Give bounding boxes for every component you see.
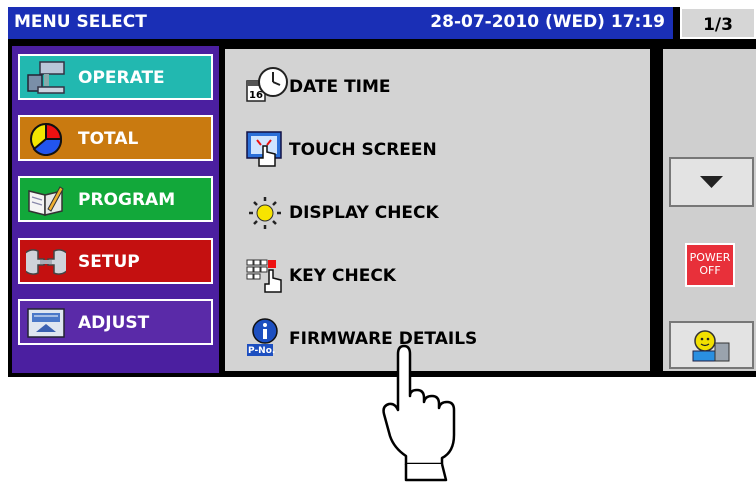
triangle-down-icon: [700, 176, 723, 188]
power-label-line1: POWER: [689, 251, 731, 264]
key-check-icon: [246, 259, 282, 293]
menu-item-label: TOUCH SCREEN: [289, 140, 437, 160]
pointing-hand-icon: [382, 344, 456, 482]
operate-terminal-icon: [27, 61, 65, 94]
title-bar-main: MENU SELECT 28-07-2010 (WED) 17:19: [8, 7, 673, 39]
program-label: PROGRAM: [78, 190, 176, 210]
menu-item-date-time[interactable]: 16 DATE TIME: [245, 61, 635, 109]
page-indicator: 1/3: [680, 7, 756, 39]
operate-button[interactable]: OPERATE: [18, 54, 213, 100]
menu-item-display-check[interactable]: DISPLAY CHECK: [245, 187, 635, 235]
info-pno-icon: P-No.: [247, 318, 278, 356]
setup-button[interactable]: SETUP: [18, 238, 213, 284]
menu-item-key-check[interactable]: KEY CHECK: [245, 250, 635, 298]
pie-chart-icon: [30, 122, 63, 156]
operator-button[interactable]: [669, 321, 754, 369]
page-down-button[interactable]: [669, 157, 754, 207]
menu-panel: 16 DATE TIME TOUCH SCREEN DISPLAY CHECK …: [225, 49, 650, 371]
operator-icon: [692, 330, 730, 362]
date-time-display: 28-07-2010 (WED) 17:19: [430, 12, 665, 32]
calendar-clock-icon: 16: [246, 67, 288, 102]
menu-item-label: DISPLAY CHECK: [289, 203, 439, 223]
total-button[interactable]: TOTAL: [18, 115, 213, 161]
sun-icon: [249, 197, 281, 229]
touch-screen-icon: [246, 131, 282, 167]
book-icon: [28, 186, 64, 216]
program-button[interactable]: PROGRAM: [18, 176, 213, 222]
operate-label: OPERATE: [78, 68, 165, 88]
power-label-line2: OFF: [699, 264, 721, 277]
menu-item-label: DATE TIME: [289, 77, 391, 97]
calendar-day-text: 16: [249, 90, 263, 101]
wrench-icon: [26, 249, 66, 275]
adjust-label: ADJUST: [78, 313, 150, 333]
title-bar: MENU SELECT 28-07-2010 (WED) 17:19 1/3: [8, 7, 756, 39]
page-title: MENU SELECT: [14, 12, 147, 32]
category-panel: OPERATE TOTAL PROGRAM SETUP ADJUST: [12, 46, 219, 373]
scale-icon: [27, 308, 65, 338]
pno-text: P-No.: [248, 346, 275, 356]
menu-item-label: KEY CHECK: [289, 266, 396, 286]
setup-label: SETUP: [78, 252, 140, 272]
total-label: TOTAL: [78, 129, 139, 149]
menu-item-touch-screen[interactable]: TOUCH SCREEN: [245, 124, 635, 172]
adjust-button[interactable]: ADJUST: [18, 299, 213, 345]
power-off-button[interactable]: POWER OFF: [685, 243, 735, 287]
